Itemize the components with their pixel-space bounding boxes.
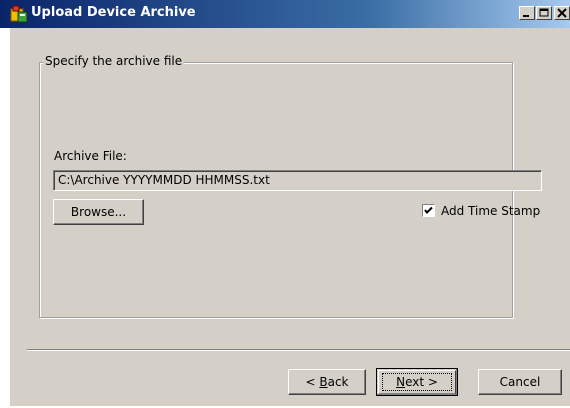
next-mnemonic: N [396, 375, 406, 389]
maximize-icon [539, 8, 549, 17]
back-button[interactable]: < Back [288, 369, 366, 395]
archive-path-field[interactable]: C:\Archive YYYYMMDD HHMMSS.txt [53, 170, 542, 191]
add-time-stamp-label[interactable]: Add Time Stamp [441, 204, 540, 218]
minimize-button[interactable] [519, 6, 535, 20]
group-legend: Specify the archive file [43, 54, 185, 68]
check-mark-icon [424, 206, 433, 214]
archive-file-label: Archive File: [54, 149, 127, 163]
dialog-body: Specify the archive file Archive File: C… [10, 28, 570, 406]
window-title: Upload Device Archive [31, 5, 196, 20]
minimize-icon [523, 15, 529, 17]
close-icon [557, 8, 567, 18]
back-mnemonic: B [319, 375, 328, 389]
back-prefix: < [305, 375, 320, 389]
browse-button[interactable]: Browse... [53, 199, 144, 225]
checkbox-box[interactable] [422, 204, 435, 217]
maximize-button[interactable] [536, 6, 552, 20]
close-button[interactable] [554, 6, 570, 20]
next-suffix: ext > [405, 375, 438, 389]
next-button[interactable]: Next > [376, 368, 458, 396]
app-archive-icon [10, 5, 28, 23]
back-suffix: ack [327, 375, 349, 389]
cancel-button[interactable]: Cancel [478, 369, 562, 395]
title-bar[interactable]: Upload Device Archive [0, 0, 570, 28]
next-label: Next > [396, 375, 438, 389]
footer-separator [27, 349, 570, 351]
